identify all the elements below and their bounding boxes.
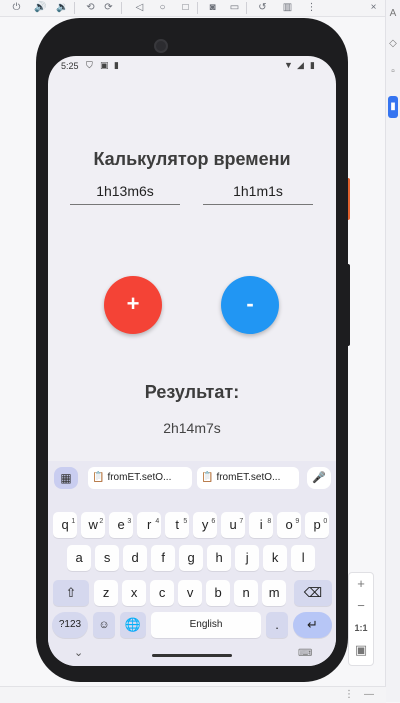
device-screen: 5:25 ⛉ ▣ ▮ ▼ ◢ ▮ Калькулятор времени 1h1…: [48, 56, 336, 666]
backspace-key[interactable]: ⌫: [294, 580, 332, 606]
microphone-icon[interactable]: 🎤: [307, 467, 331, 489]
key-l[interactable]: l: [291, 545, 316, 571]
status-bar: 5:25 ⛉ ▣ ▮ ▼ ◢ ▮: [48, 56, 336, 78]
zoom-in-button[interactable]: +: [349, 573, 373, 595]
zoom-out-button[interactable]: −: [349, 595, 373, 617]
apps-grid-icon[interactable]: ▦: [54, 467, 78, 489]
key-k[interactable]: k: [263, 545, 288, 571]
key-b[interactable]: b: [206, 580, 231, 606]
result-label: Результат:: [144, 382, 240, 402]
space-key[interactable]: English: [151, 612, 261, 638]
key-p[interactable]: p0: [305, 512, 330, 538]
more-icon[interactable]: ⋮: [306, 2, 317, 13]
time-input-left[interactable]: 1h13m6s: [70, 180, 180, 205]
minimize-icon[interactable]: —: [364, 689, 374, 700]
period-key[interactable]: .: [266, 612, 288, 638]
status-time: 5:25: [61, 61, 79, 71]
symbols-key[interactable]: ?123: [52, 612, 88, 638]
gradle-icon[interactable]: ◇: [388, 38, 398, 50]
add-button[interactable]: +: [104, 276, 162, 334]
key-i[interactable]: i8: [249, 512, 274, 538]
key-d[interactable]: d: [123, 545, 148, 571]
suggestion-text: fromET.setO...: [216, 472, 281, 483]
phone-frame: 5:25 ⛉ ▣ ▮ ▼ ◢ ▮ Калькулятор времени 1h1…: [36, 18, 348, 682]
key-h[interactable]: h: [207, 545, 232, 571]
soft-keyboard: ▦ 📋 fromET.setO... 📋 fromET.setO... 🎤 q1w2…: [48, 461, 336, 666]
rotate-left-icon[interactable]: ⟲: [85, 2, 96, 13]
overview-icon[interactable]: □: [180, 2, 191, 13]
key-x[interactable]: x: [122, 580, 147, 606]
key-r[interactable]: r4: [137, 512, 162, 538]
pair-icon[interactable]: ▥: [282, 2, 293, 13]
rotate-right-icon[interactable]: ⟳: [103, 2, 114, 13]
clipboard-icon: 📋: [92, 472, 105, 483]
more-options-icon[interactable]: ⋮: [344, 689, 354, 700]
volume-up-icon[interactable]: 🔊: [34, 2, 46, 13]
suggestion-bar: ▦ 📋 fromET.setO... 📋 fromET.setO... 🎤: [48, 461, 336, 495]
emulator-toolbar: ⏻ 🔊 🔉 ⟲ ⟳ ◁ ○ □ ◙ ▭ ↺ ▥ ⋮ ×: [0, 0, 400, 17]
front-camera: [154, 39, 168, 53]
time-input-right[interactable]: 1h1m1s: [203, 180, 313, 205]
close-icon[interactable]: ×: [368, 2, 379, 13]
key-q[interactable]: q1: [53, 512, 78, 538]
notifications-icon[interactable]: A: [388, 8, 398, 20]
keyboard-switch-icon[interactable]: ⌨: [298, 648, 312, 659]
result-value: 2h14m7s: [163, 420, 221, 436]
running-devices-icon[interactable]: ▮: [388, 96, 398, 118]
enter-key[interactable]: ↵: [293, 612, 332, 638]
power-icon[interactable]: ⏻: [11, 2, 22, 13]
subtract-button[interactable]: -: [221, 276, 279, 334]
camera-icon[interactable]: ◙: [207, 2, 218, 13]
key-w[interactable]: w2: [81, 512, 106, 538]
clipboard-suggestion[interactable]: 📋 fromET.setO...: [88, 467, 192, 489]
key-u[interactable]: u7: [221, 512, 246, 538]
notification-a-icon: ▣: [100, 60, 109, 70]
home-gesture-handle[interactable]: [152, 654, 232, 657]
key-g[interactable]: g: [179, 545, 204, 571]
wifi-icon: ▼: [284, 60, 293, 70]
key-o[interactable]: o9: [277, 512, 302, 538]
home-icon[interactable]: ○: [157, 2, 168, 13]
device-manager-icon[interactable]: ▫: [388, 66, 398, 78]
key-s[interactable]: s: [95, 545, 120, 571]
key-y[interactable]: y6: [193, 512, 218, 538]
zoom-controls: + − 1:1 ▣: [348, 572, 374, 666]
page-title: Калькулятор времени: [93, 149, 291, 169]
key-t[interactable]: t5: [165, 512, 190, 538]
emoji-key[interactable]: ☺: [93, 612, 115, 638]
key-f[interactable]: f: [151, 545, 176, 571]
ide-right-rail: A ◇ ▫ ▮: [385, 0, 400, 702]
key-v[interactable]: v: [178, 580, 203, 606]
chevron-down-icon[interactable]: ⌄: [74, 646, 83, 659]
suggestion-text: fromET.setO...: [107, 472, 172, 483]
ide-bottom-bar: ⋮ —: [0, 686, 386, 703]
fit-screen-icon[interactable]: ▣: [349, 639, 373, 661]
key-z[interactable]: z: [94, 580, 119, 606]
signal-icon: ◢: [297, 60, 304, 70]
navigation-bar: ⌄ ⌨: [48, 644, 336, 666]
clipboard-icon: 📋: [201, 472, 214, 483]
battery-icon: ▮: [310, 60, 315, 70]
clipboard-suggestion[interactable]: 📋 fromET.setO...: [197, 467, 299, 489]
sim-icon: ▮: [114, 60, 119, 70]
shift-key[interactable]: ⇧: [53, 580, 89, 606]
back-icon[interactable]: ◁: [134, 2, 145, 13]
key-n[interactable]: n: [234, 580, 259, 606]
shield-icon: ⛉: [86, 60, 93, 70]
volume-down-icon[interactable]: 🔉: [56, 2, 68, 13]
key-c[interactable]: c: [150, 580, 175, 606]
restore-icon[interactable]: ↺: [257, 2, 268, 13]
key-j[interactable]: j: [235, 545, 260, 571]
key-a[interactable]: a: [67, 545, 92, 571]
key-m[interactable]: m: [262, 580, 287, 606]
key-e[interactable]: e3: [109, 512, 134, 538]
zoom-1to1-button[interactable]: 1:1: [349, 617, 373, 639]
video-icon[interactable]: ▭: [229, 2, 240, 13]
globe-icon[interactable]: 🌐: [120, 612, 146, 638]
